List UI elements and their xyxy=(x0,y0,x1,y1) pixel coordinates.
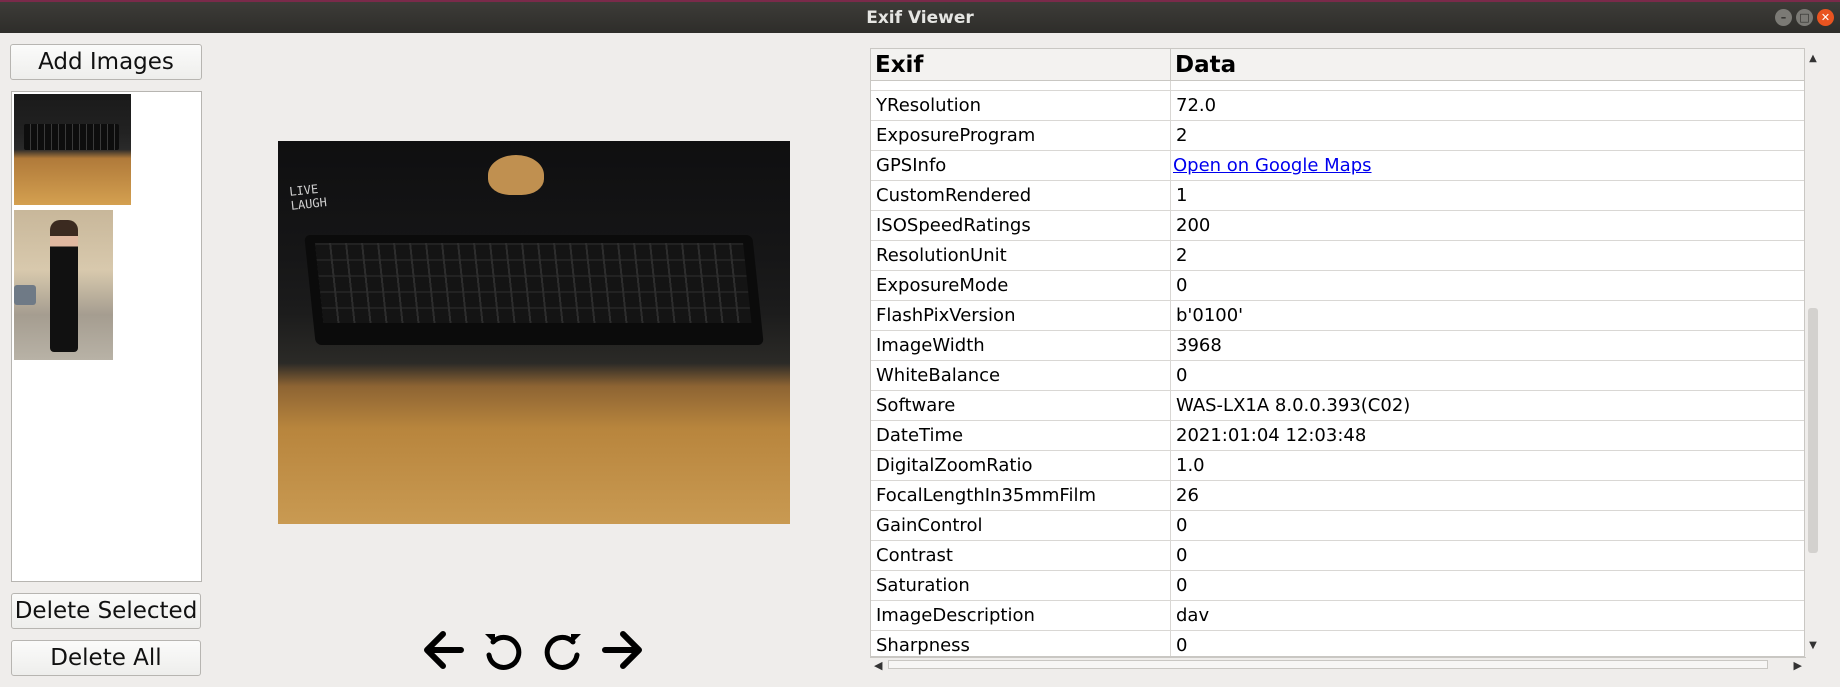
thumbnail-person-shape xyxy=(50,220,78,352)
rotate-right-icon[interactable] xyxy=(541,628,585,676)
header-exif[interactable]: Exif xyxy=(871,49,1171,80)
table-row[interactable]: DigitalZoomRatio 1.0 xyxy=(871,451,1804,481)
scroll-right-icon[interactable]: ▶ xyxy=(1794,659,1802,672)
vertical-scroll-thumb[interactable] xyxy=(1808,308,1818,553)
table-row[interactable]: FlashPixVersion b'0100' xyxy=(871,301,1804,331)
exif-value-cell[interactable]: 0 xyxy=(1171,541,1804,570)
exif-key-cell[interactable]: Saturation xyxy=(871,571,1171,600)
exif-value-cell[interactable]: 2021:01:04 12:03:48 xyxy=(1171,421,1804,450)
image-keys-shape xyxy=(315,243,752,323)
horizontal-scrollbar[interactable]: ◀ ▶ xyxy=(870,657,1806,672)
exif-key-cell[interactable]: ImageWidth xyxy=(871,331,1171,360)
exif-value-cell[interactable]: 2 xyxy=(1171,241,1804,270)
exif-table[interactable]: Exif Data YResolution 72.0 ExposureProgram… xyxy=(870,48,1805,657)
thumbnail-car-shape xyxy=(14,285,36,305)
exif-value-cell[interactable]: 0 xyxy=(1171,271,1804,300)
table-row[interactable]: GPSInfo Open on Google Maps xyxy=(871,151,1804,181)
table-row[interactable]: YResolution 72.0 xyxy=(871,91,1804,121)
table-row[interactable]: FocalLengthIn35mmFilm 26 xyxy=(871,481,1804,511)
table-row[interactable]: ExposureMode 0 xyxy=(871,271,1804,301)
exif-value-cell[interactable]: 3968 xyxy=(1171,331,1804,360)
exif-value-cell[interactable]: 1.0 xyxy=(1171,451,1804,480)
exif-value-cell[interactable]: WAS-LX1A 8.0.0.393(C02) xyxy=(1171,391,1804,420)
thumbnail-person[interactable] xyxy=(14,210,113,360)
table-row[interactable]: ISOSpeedRatings 200 xyxy=(871,211,1804,241)
exif-value-cell[interactable]: 0 xyxy=(1171,361,1804,390)
table-row[interactable]: Saturation 0 xyxy=(871,571,1804,601)
exif-key-cell[interactable]: ResolutionUnit xyxy=(871,241,1171,270)
table-row[interactable]: ImageDescription dav xyxy=(871,601,1804,631)
header-data[interactable]: Data xyxy=(1171,49,1236,80)
table-row[interactable]: WhiteBalance 0 xyxy=(871,361,1804,391)
delete-all-button[interactable]: Delete All xyxy=(11,640,201,676)
delete-selected-button[interactable]: Delete Selected xyxy=(11,593,201,629)
exif-key-cell[interactable]: DateTime xyxy=(871,421,1171,450)
table-row-partial xyxy=(871,81,1804,91)
exif-value-cell[interactable]: b'0100' xyxy=(1171,301,1804,330)
exif-key-cell[interactable]: GPSInfo xyxy=(871,151,1171,180)
window-controls: – □ ✕ xyxy=(1775,9,1834,26)
exif-key-cell[interactable]: CustomRendered xyxy=(871,181,1171,210)
table-row[interactable]: Software WAS-LX1A 8.0.0.393(C02) xyxy=(871,391,1804,421)
scroll-down-icon[interactable]: ▼ xyxy=(1808,641,1818,651)
exif-value-cell[interactable]: 72.0 xyxy=(1171,91,1804,120)
image-wall-text: LIVE LAUGH xyxy=(289,181,328,213)
scroll-up-icon[interactable]: ▲ xyxy=(1808,54,1818,64)
window-title: Exif Viewer xyxy=(866,8,974,28)
minimize-icon[interactable]: – xyxy=(1775,9,1792,26)
exif-key-cell[interactable]: FocalLengthIn35mmFilm xyxy=(871,481,1171,510)
exif-value-cell[interactable]: dav xyxy=(1171,601,1804,630)
scroll-left-icon[interactable]: ◀ xyxy=(874,659,882,672)
table-row[interactable]: GainControl 0 xyxy=(871,511,1804,541)
arrow-right-icon[interactable] xyxy=(601,628,645,676)
exif-value-cell[interactable]: 0 xyxy=(1171,511,1804,540)
rotate-left-icon[interactable] xyxy=(481,628,525,676)
title-bar: Exif Viewer – □ ✕ xyxy=(0,0,1840,33)
image-wall-text-line: LAUGH xyxy=(290,195,328,213)
table-row[interactable]: ResolutionUnit 2 xyxy=(871,241,1804,271)
thumbnail-keyboard-shape xyxy=(24,124,119,150)
image-keyboard-shape xyxy=(304,235,764,345)
exif-key-cell[interactable]: ExposureMode xyxy=(871,271,1171,300)
exif-key-cell[interactable]: WhiteBalance xyxy=(871,361,1171,390)
exif-key-cell[interactable]: ExposureProgram xyxy=(871,121,1171,150)
image-preview: LIVE LAUGH xyxy=(278,141,790,524)
maximize-icon[interactable]: □ xyxy=(1796,9,1813,26)
google-maps-link[interactable]: Open on Google Maps xyxy=(1171,151,1804,180)
thumbnail-keyboard[interactable] xyxy=(14,94,131,205)
table-row[interactable]: DateTime 2021:01:04 12:03:48 xyxy=(871,421,1804,451)
table-row[interactable]: CustomRendered 1 xyxy=(871,181,1804,211)
exif-key-cell[interactable]: ISOSpeedRatings xyxy=(871,211,1171,240)
exif-key-cell[interactable]: YResolution xyxy=(871,91,1171,120)
exif-key-cell[interactable]: ImageDescription xyxy=(871,601,1171,630)
exif-value-cell[interactable]: 0 xyxy=(1171,631,1804,656)
arrow-left-icon[interactable] xyxy=(421,628,465,676)
exif-key-cell[interactable]: Sharpness xyxy=(871,631,1171,656)
close-icon[interactable]: ✕ xyxy=(1817,9,1834,26)
table-header: Exif Data xyxy=(871,49,1804,81)
table-row[interactable]: ImageWidth 3968 xyxy=(871,331,1804,361)
exif-key-cell[interactable]: Software xyxy=(871,391,1171,420)
exif-value-cell[interactable]: 200 xyxy=(1171,211,1804,240)
table-row[interactable]: ExposureProgram 2 xyxy=(871,121,1804,151)
exif-value-cell[interactable]: 1 xyxy=(1171,181,1804,210)
exif-key-cell[interactable]: Contrast xyxy=(871,541,1171,570)
image-toy-shape xyxy=(488,155,544,195)
table-row[interactable]: Sharpness 0 xyxy=(871,631,1804,656)
add-images-button[interactable]: Add Images xyxy=(10,44,202,80)
thumbnail-list[interactable] xyxy=(11,91,202,582)
exif-key-cell[interactable]: DigitalZoomRatio xyxy=(871,451,1171,480)
exif-key-cell[interactable]: FlashPixVersion xyxy=(871,301,1171,330)
vertical-scrollbar[interactable]: ▲ ▼ xyxy=(1806,48,1820,657)
exif-value-cell[interactable]: 0 xyxy=(1171,571,1804,600)
exif-value-cell[interactable]: 2 xyxy=(1171,121,1804,150)
table-row[interactable]: Contrast 0 xyxy=(871,541,1804,571)
horizontal-scroll-thumb[interactable] xyxy=(888,660,1768,669)
table-body: YResolution 72.0 ExposureProgram 2 GPSInfo Op… xyxy=(871,81,1804,656)
exif-key-cell[interactable]: GainControl xyxy=(871,511,1171,540)
exif-value-cell[interactable]: 26 xyxy=(1171,481,1804,510)
